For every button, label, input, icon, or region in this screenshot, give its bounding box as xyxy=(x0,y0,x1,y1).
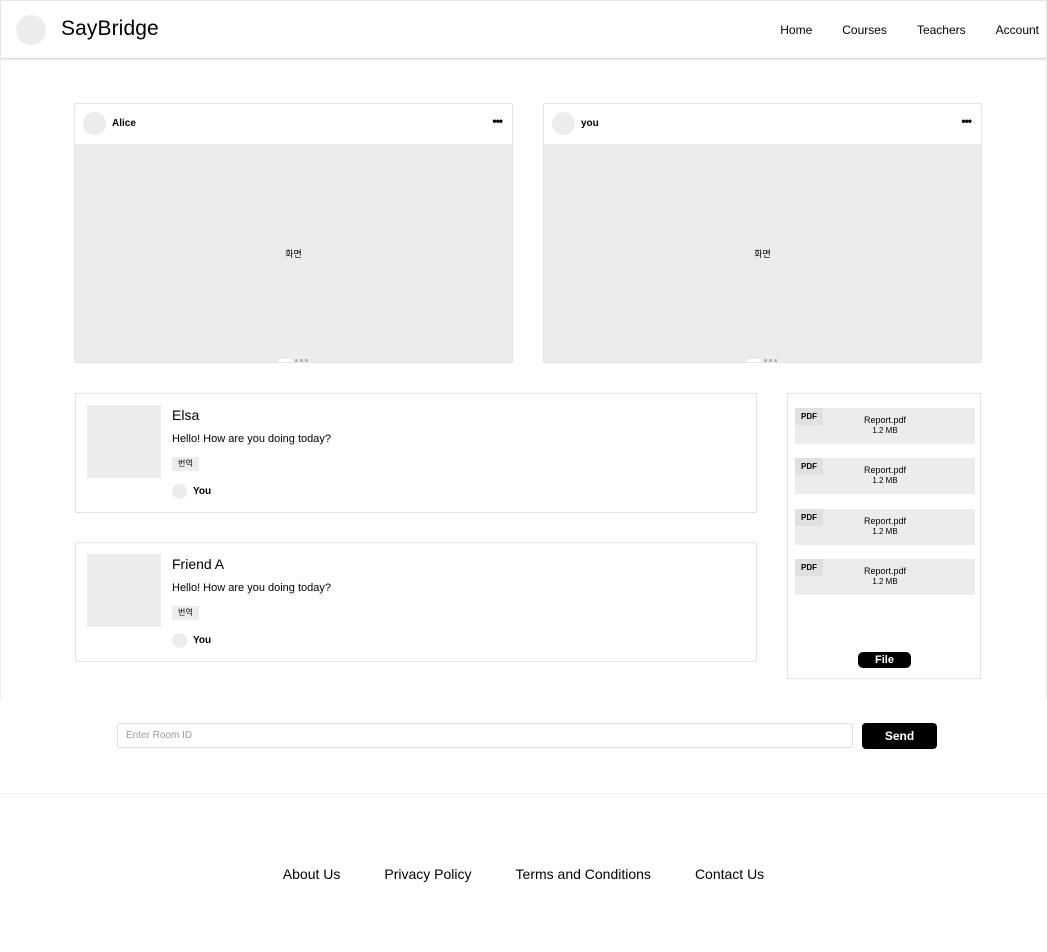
file-size: 1.2 MB xyxy=(872,426,898,435)
participant-name: you xyxy=(581,118,599,129)
avatar xyxy=(172,484,187,499)
room-id-input[interactable] xyxy=(117,723,853,748)
message-thumbnail xyxy=(87,554,161,627)
avatar xyxy=(552,112,575,135)
nav-teachers[interactable]: Teachers xyxy=(917,23,966,37)
video-card-you: you ••• 화면 xyxy=(543,103,982,363)
file-name: Report.pdf xyxy=(863,516,907,526)
video-screen[interactable]: 화면 xyxy=(544,144,981,363)
avatar xyxy=(172,633,187,648)
avatar xyxy=(83,112,106,135)
message-thumbnail xyxy=(87,405,161,478)
message-text: Hello! How are you doing today? xyxy=(172,433,331,445)
carousel-indicator[interactable] xyxy=(544,352,981,363)
send-button[interactable]: Send xyxy=(862,723,937,749)
translate-button[interactable]: 번역 xyxy=(172,457,199,471)
message-user: You xyxy=(193,486,212,497)
carousel-dot xyxy=(304,359,308,363)
file-item[interactable]: PDF Report.pdf 1.2 MB xyxy=(795,408,975,444)
file-size: 1.2 MB xyxy=(872,527,898,536)
translate-button[interactable]: 번역 xyxy=(172,606,199,620)
file-button[interactable]: File xyxy=(858,652,911,668)
message-sender: Elsa xyxy=(172,407,200,423)
file-item[interactable]: PDF Report.pdf 1.2 MB xyxy=(795,509,975,545)
carousel-dot xyxy=(763,359,767,363)
file-item[interactable]: PDF Report.pdf 1.2 MB xyxy=(795,559,975,595)
nav-account[interactable]: Account xyxy=(996,23,1039,37)
brand-name[interactable]: SayBridge xyxy=(61,17,159,41)
carousel-active-bar xyxy=(277,359,292,363)
footer-about-us[interactable]: About Us xyxy=(283,866,341,882)
footer-terms[interactable]: Terms and Conditions xyxy=(516,866,651,882)
more-options-icon[interactable]: ••• xyxy=(492,114,503,128)
message-user: You xyxy=(193,635,212,646)
file-name: Report.pdf xyxy=(863,415,907,425)
footer-contact-us[interactable]: Contact Us xyxy=(695,866,764,882)
carousel-active-bar xyxy=(746,359,761,363)
carousel-dot xyxy=(299,359,303,363)
more-options-icon[interactable]: ••• xyxy=(961,114,972,128)
header: SayBridge Home Courses Teachers Account xyxy=(0,0,1047,59)
nav-home[interactable]: Home xyxy=(780,23,812,37)
message-text: Hello! How are you doing today? xyxy=(172,582,331,594)
carousel-dot xyxy=(773,359,777,363)
footer-links: About Us Privacy Policy Terms and Condit… xyxy=(0,866,1047,882)
video-screen[interactable]: 화면 xyxy=(75,144,512,363)
file-size: 1.2 MB xyxy=(872,476,898,485)
nav-courses[interactable]: Courses xyxy=(842,23,887,37)
carousel-dot xyxy=(294,359,298,363)
file-panel: PDF Report.pdf 1.2 MB PDF Report.pdf 1.2… xyxy=(787,393,981,679)
carousel-indicator[interactable] xyxy=(75,352,512,363)
screen-label: 화면 xyxy=(285,250,302,260)
file-name: Report.pdf xyxy=(863,465,907,475)
screen-label: 화면 xyxy=(754,250,771,260)
main-nav: Home Courses Teachers Account xyxy=(750,23,1039,37)
participant-name: Alice xyxy=(112,118,136,129)
logo-icon[interactable] xyxy=(16,15,46,45)
footer-privacy-policy[interactable]: Privacy Policy xyxy=(384,866,471,882)
footer-divider xyxy=(0,793,1047,794)
message-sender: Friend A xyxy=(172,556,225,572)
message-card: Friend A Hello! How are you doing today?… xyxy=(75,542,757,662)
file-item[interactable]: PDF Report.pdf 1.2 MB xyxy=(795,458,975,494)
video-card-alice: Alice ••• 화면 xyxy=(74,103,513,363)
file-name: Report.pdf xyxy=(863,566,907,576)
message-card: Elsa Hello! How are you doing today? 번역 … xyxy=(75,393,757,513)
carousel-dot xyxy=(768,359,772,363)
file-size: 1.2 MB xyxy=(872,577,898,586)
